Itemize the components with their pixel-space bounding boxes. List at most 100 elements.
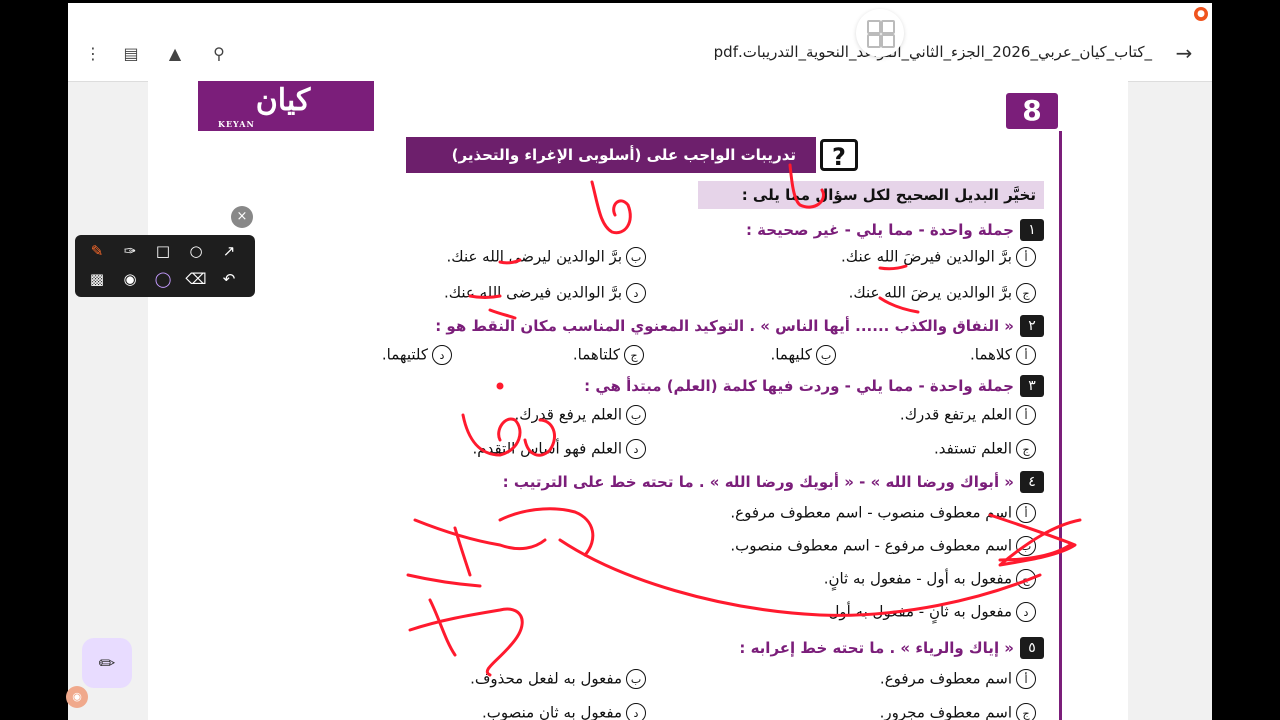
question-text: جملة واحدة - مما يلي - غير صحيحة :	[745, 221, 1014, 239]
option-text: العلم تستفد.	[933, 439, 1012, 458]
question-text: « النفاق والكذب ...... أيها الناس » . ال…	[435, 317, 1014, 335]
question-2: ٢ « النفاق والكذب ...... أيها الناس » . ا…	[224, 315, 1044, 337]
logo-text: كيان	[255, 83, 311, 118]
option-a[interactable]: أكلاهما.	[970, 345, 1036, 365]
grid-view-icon[interactable]	[856, 9, 904, 57]
option-letter: د	[1016, 602, 1036, 622]
option-letter: أ	[1016, 345, 1036, 365]
undo-icon[interactable]: ↶	[217, 267, 241, 291]
pen-icon[interactable]: ✎	[85, 239, 109, 263]
highlighter-icon[interactable]: ✑	[118, 239, 142, 263]
option-d[interactable]: دبرَّ الوالدين فيرضى الله عنك.	[444, 283, 646, 303]
option-text: برَّ الوالدين ليرضى الله عنك.	[446, 247, 622, 266]
option-c[interactable]: جبرَّ الوالدين يرضَ الله عنك.	[849, 283, 1036, 303]
option-d[interactable]: دمفعول به ثانٍ - مفعول به أول.	[824, 602, 1036, 622]
option-letter: ب	[626, 247, 646, 267]
question-text: « أبواك ورضا الله » - « أبويك ورضا الله …	[502, 473, 1014, 491]
whiteboard-icon[interactable]: ▩	[85, 267, 109, 291]
circle-icon[interactable]: ○	[184, 239, 208, 263]
camera-badge-icon[interactable]: ◉	[66, 686, 88, 708]
question-4: ٤ « أبواك ورضا الله » - « أبويك ورضا الله…	[224, 471, 1044, 493]
option-text: العلم فهو أساس التقدم.	[472, 439, 622, 458]
arrow-icon[interactable]: ↗	[217, 239, 241, 263]
option-d[interactable]: دالعلم فهو أساس التقدم.	[473, 439, 646, 459]
margin-rule	[1059, 131, 1062, 720]
rectangle-icon[interactable]: □	[151, 239, 175, 263]
option-letter: ب	[816, 345, 836, 365]
option-letter: ج	[1016, 439, 1036, 459]
option-text: كلتاهما.	[572, 345, 620, 364]
camera-icon[interactable]: ◉	[118, 267, 142, 291]
option-letter: أ	[1016, 405, 1036, 425]
option-text: مفعول به ثانٍ منصوب.	[482, 703, 622, 720]
option-b[interactable]: بكليهما.	[770, 345, 836, 365]
option-text: العلم يرتفع قدرك.	[899, 405, 1012, 424]
option-text: مفعول به ثانٍ - مفعول به أول.	[823, 602, 1012, 621]
question-text: جملة واحدة - مما يلي - وردت فيها كلمة (ا…	[584, 377, 1014, 395]
option-text: مفعول به أول - مفعول به ثانٍ.	[823, 569, 1012, 588]
back-arrow-icon[interactable]: →	[1172, 41, 1196, 65]
more-vert-icon[interactable]: ⋮	[82, 43, 104, 65]
option-letter: د	[432, 345, 452, 365]
option-text: كليهما.	[770, 345, 812, 364]
option-letter: ب	[626, 669, 646, 689]
option-letter: ب	[1016, 536, 1036, 556]
question-text: « إياك والرياء » . ما تحته خط إعرابه :	[739, 639, 1014, 657]
option-text: اسم معطوف منصوب - اسم معطوف مرفوع.	[730, 503, 1012, 522]
file-name: _كتاب_كيان_عربي_2026_الجزء_الثاني_القواع…	[713, 43, 1152, 61]
question-3: ٣ جملة واحدة - مما يلي - وردت فيها كلمة (…	[224, 375, 1044, 397]
option-a[interactable]: أبرَّ الوالدين فيرضَ الله عنك.	[841, 247, 1036, 267]
option-c[interactable]: جالعلم تستفد.	[934, 439, 1036, 459]
option-b[interactable]: ببرَّ الوالدين ليرضى الله عنك.	[447, 247, 646, 267]
question-number: ٢	[1020, 315, 1044, 337]
option-a[interactable]: أالعلم يرتفع قدرك.	[900, 405, 1036, 425]
option-letter: ب	[626, 405, 646, 425]
option-a[interactable]: أاسم معطوف منصوب - اسم معطوف مرفوع.	[730, 503, 1036, 523]
annotation-toolbar: ✎ ✑ □ ○ ↗ ▩ ◉ ◯ ⌫ ↶	[75, 235, 255, 297]
record-badge-icon: ●	[1194, 7, 1208, 21]
question-number: ١	[1020, 219, 1044, 241]
search-doc-icon[interactable]: ⚲	[208, 43, 230, 65]
option-c[interactable]: جاسم معطوف مجرور.	[880, 703, 1036, 720]
question-5: ٥ « إياك والرياء » . ما تحته خط إعرابه :	[224, 637, 1044, 659]
logo-subtext: KEYAN	[218, 119, 255, 129]
question-number: ٤	[1020, 471, 1044, 493]
option-b[interactable]: باسم معطوف مرفوع - اسم معطوف منصوب.	[730, 536, 1036, 556]
option-letter: أ	[1016, 247, 1036, 267]
option-text: العلم يرفع قدرك.	[514, 405, 622, 424]
keyan-logo: كيان KEYAN	[198, 81, 368, 131]
option-text: كلاهما.	[969, 345, 1012, 364]
drive-add-icon[interactable]: ▲	[164, 43, 186, 65]
instruction-bar: تخيَّر البديل الصحيح لكل سؤال مما يلى :	[698, 181, 1044, 209]
question-number: ٣	[1020, 375, 1044, 397]
option-c[interactable]: جمفعول به أول - مفعول به ثانٍ.	[824, 569, 1036, 589]
logo-divider	[368, 81, 374, 131]
color-wheel-icon[interactable]: ◯	[151, 267, 175, 291]
option-b[interactable]: بمفعول به لفعل محذوف.	[470, 669, 646, 689]
option-letter: ج	[1016, 703, 1036, 720]
option-b[interactable]: بالعلم يرفع قدرك.	[515, 405, 646, 425]
option-letter: د	[626, 703, 646, 720]
pdf-page: كيان KEYAN 8 تدريبات الواجب على (أسلوبى …	[148, 81, 1128, 720]
option-text: اسم معطوف مجرور.	[879, 703, 1012, 720]
option-text: برَّ الوالدين فيرضى الله عنك.	[443, 283, 622, 302]
option-letter: أ	[1016, 669, 1036, 689]
question-number: ٥	[1020, 637, 1044, 659]
option-text: برَّ الوالدين فيرضَ الله عنك.	[841, 247, 1012, 266]
viewer-top-bar: → _كتاب_كيان_عربي_2026_الجزء_الثاني_القو…	[68, 3, 1212, 82]
option-letter: أ	[1016, 503, 1036, 523]
question-1: ١ جملة واحدة - مما يلي - غير صحيحة :	[224, 219, 1044, 241]
reader-mode-icon[interactable]: ▤	[120, 43, 142, 65]
option-d[interactable]: دمفعول به ثانٍ منصوب.	[482, 703, 646, 720]
option-d[interactable]: دكلتيهما.	[382, 345, 452, 365]
option-c[interactable]: جكلتاهما.	[573, 345, 644, 365]
eraser-icon[interactable]: ⌫	[184, 267, 208, 291]
option-letter: ج	[1016, 283, 1036, 303]
option-a[interactable]: أاسم معطوف مرفوع.	[880, 669, 1036, 689]
close-toolbar-icon[interactable]: ×	[231, 206, 253, 228]
question-mark-icon: ?	[820, 139, 858, 171]
annotate-fab-icon[interactable]: ✏	[82, 638, 132, 688]
option-letter: ج	[624, 345, 644, 365]
option-letter: د	[626, 283, 646, 303]
option-text: برَّ الوالدين يرضَ الله عنك.	[848, 283, 1012, 302]
